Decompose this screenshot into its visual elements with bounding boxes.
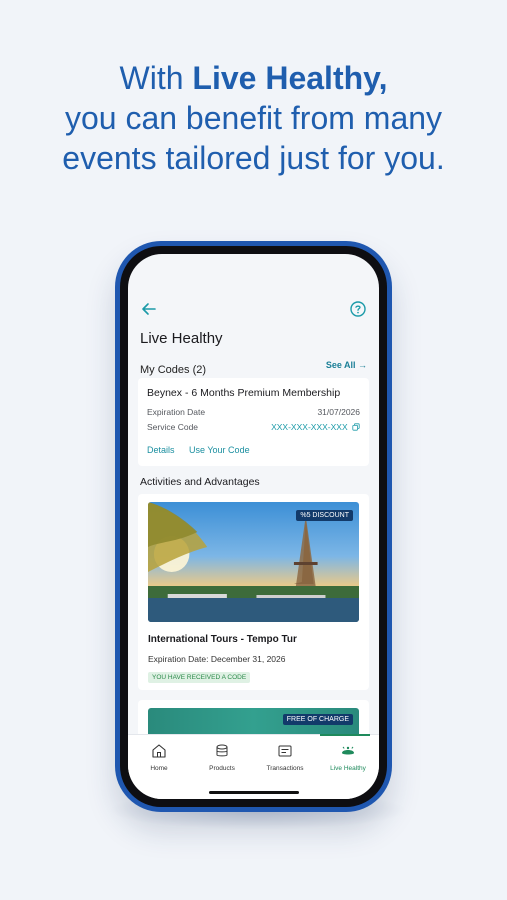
promo-headline: With Live Healthy, you can benefit from … <box>0 58 507 178</box>
expiration-value: 31/07/2026 <box>317 407 360 417</box>
code-card[interactable]: Beynex - 6 Months Premium Membership Exp… <box>138 378 369 466</box>
my-codes-title: My Codes (2) <box>140 364 207 376</box>
nav-transactions-label: Transactions <box>266 765 304 772</box>
headline-line2: you can benefit from many <box>64 100 443 136</box>
activities-title: Activities and Advantages <box>140 476 260 488</box>
phone-frame: Live Healthy My Codes (2) See All → Beyn… <box>115 241 392 812</box>
bottom-nav: Home Products Transactions Live Healthy <box>128 734 379 799</box>
expiration-label: Expiration Date <box>147 407 206 417</box>
home-icon <box>152 744 166 758</box>
transactions-icon <box>278 745 292 757</box>
nav-products[interactable]: Products <box>191 743 253 772</box>
nav-transactions[interactable]: Transactions <box>254 743 316 772</box>
nav-home-label: Home <box>150 765 168 772</box>
nav-live-healthy[interactable]: Live Healthy <box>317 743 379 772</box>
active-tab-indicator <box>320 734 370 736</box>
see-all-link[interactable]: See All → <box>326 360 367 370</box>
service-code-text: XXX-XXX-XXX-XXX <box>271 422 348 432</box>
service-code-row: Service Code XXX-XXX-XXX-XXX <box>147 422 360 432</box>
nav-products-label: Products <box>209 765 235 772</box>
app-screen: Live Healthy My Codes (2) See All → Beyn… <box>128 254 379 799</box>
headline-line3: events tailored just for you. <box>62 140 445 176</box>
my-codes-header: My Codes (2) See All → <box>140 360 367 376</box>
eiffel-tower-photo: %5 DISCOUNT <box>148 502 359 622</box>
headline-plain: With <box>119 60 193 96</box>
free-badge: FREE OF CHARGE <box>282 714 353 725</box>
headline-bold: Live Healthy, <box>192 60 388 96</box>
help-icon[interactable] <box>349 300 367 318</box>
page-title: Live Healthy <box>140 330 223 347</box>
phone-bezel: Live Healthy My Codes (2) See All → Beyn… <box>120 246 387 807</box>
home-indicator <box>208 791 299 794</box>
service-code-value[interactable]: XXX-XXX-XXX-XXX <box>271 422 360 432</box>
back-arrow-icon[interactable] <box>140 300 158 318</box>
service-code-label: Service Code <box>147 422 199 432</box>
nav-home[interactable]: Home <box>128 743 190 772</box>
nav-live-healthy-label: Live Healthy <box>330 765 366 772</box>
activity-name: International Tours - Tempo Tur <box>148 634 297 645</box>
code-card-links: Details Use Your Code <box>147 445 262 455</box>
details-link[interactable]: Details <box>147 445 175 455</box>
code-card-name: Beynex - 6 Months Premium Membership <box>147 387 341 399</box>
activity-expiration: Expiration Date: December 31, 2026 <box>148 654 286 664</box>
code-received-badge: YOU HAVE RECEIVED A CODE <box>148 672 251 683</box>
live-healthy-icon <box>342 746 354 755</box>
discount-badge: %5 DISCOUNT <box>296 510 353 521</box>
top-bar <box>140 300 367 320</box>
use-code-link[interactable]: Use Your Code <box>189 445 250 455</box>
products-icon <box>216 744 228 757</box>
activity-card[interactable]: %5 DISCOUNT International Tours - Tempo … <box>138 494 369 690</box>
expiration-row: Expiration Date 31/07/2026 <box>147 407 360 417</box>
copy-icon[interactable] <box>352 423 360 431</box>
